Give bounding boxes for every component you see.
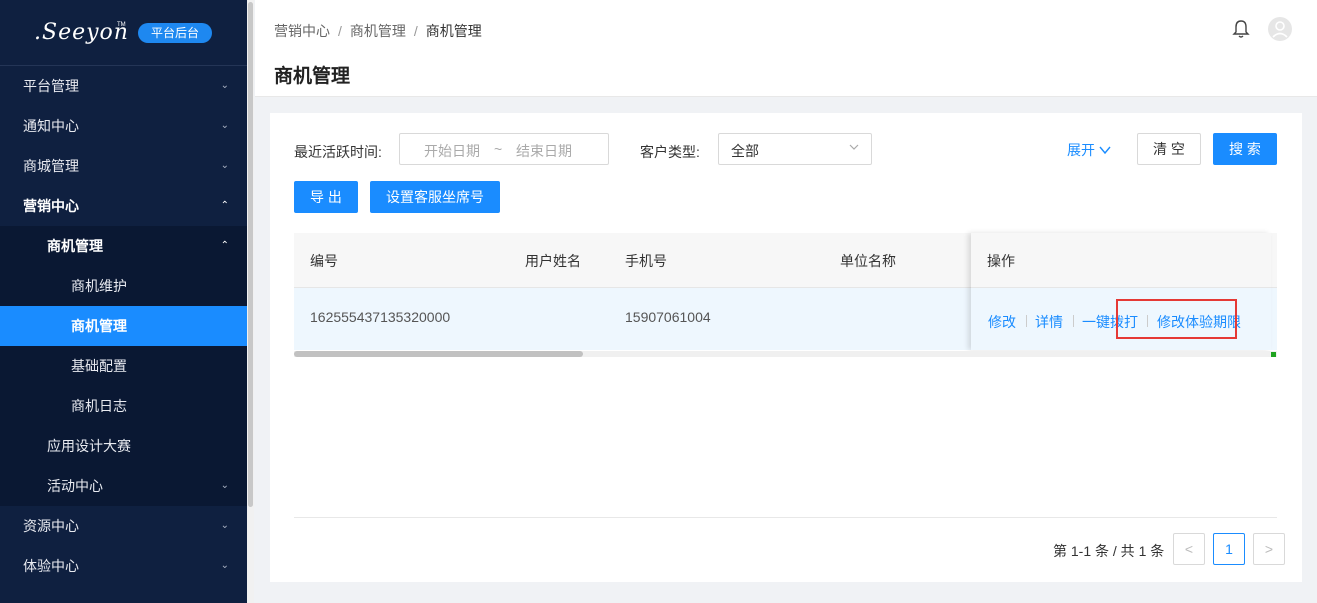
customer-type-value: 全部 [731, 143, 759, 159]
sidebar-item-label: 商机管理 [71, 318, 127, 334]
pagination-divider [294, 517, 1277, 518]
sidebar-item-app-design-contest[interactable]: 应用设计大赛 [0, 426, 247, 466]
bell-icon[interactable] [1230, 18, 1252, 40]
next-page-button[interactable]: > [1253, 533, 1285, 565]
expand-label: 展开 [1067, 142, 1095, 158]
sidebar-item-opportunity-maintenance[interactable]: 商机维护 [0, 266, 247, 306]
chevron-up-icon: ⌃ [220, 200, 229, 211]
logo-area: .Seeyon TM 平台后台 [0, 0, 247, 66]
sidebar-item-activity-center[interactable]: 活动中心 ⌄ [0, 466, 247, 506]
chevron-up-icon: ⌃ [220, 240, 229, 251]
highlight-box [1116, 299, 1237, 339]
chevron-down-icon: ⌄ [220, 120, 229, 131]
chevron-down-icon: ⌄ [220, 520, 229, 531]
sidebar-item-basic-config[interactable]: 基础配置 [0, 346, 247, 386]
sidebar-item-label: 商城管理 [23, 158, 79, 174]
breadcrumb-item-current: 商机管理 [425, 23, 482, 39]
sidebar-item-label: 商机管理 [47, 238, 103, 254]
sidebar-item-label: 商机维护 [71, 278, 127, 294]
expand-button[interactable]: 展开 [1067, 140, 1111, 160]
sidebar-item-experience-center[interactable]: 体验中心 ⌄ [0, 546, 247, 586]
sidebar-item-resource-center[interactable]: 资源中心 ⌄ [0, 506, 247, 546]
user-icon [1272, 21, 1288, 38]
sidebar-item-label: 商机日志 [71, 398, 127, 414]
customer-type-label: 客户类型: [640, 144, 700, 160]
sidebar-item-notification-center[interactable]: 通知中心 ⌄ [0, 106, 247, 146]
sidebar-item-platform-management[interactable]: 平台管理 ⌄ [0, 66, 247, 106]
cell-phone: 15907061004 [625, 309, 711, 325]
chevron-down-icon: ⌄ [220, 480, 229, 491]
sidebar-item-opportunity-management[interactable]: 商机管理 [0, 306, 247, 346]
sidebar-item-mall-management[interactable]: 商城管理 ⌄ [0, 146, 247, 186]
chevron-down-icon: ⌄ [220, 160, 229, 171]
active-time-label: 最近活跃时间: [294, 144, 382, 160]
breadcrumb: 营销中心 / 商机管理 / 商机管理 [274, 23, 482, 39]
sidebar-item-label: 资源中心 [23, 518, 79, 534]
sidebar-item-label: 应用设计大赛 [47, 438, 131, 454]
sidebar-item-opportunity-log[interactable]: 商机日志 [0, 386, 247, 426]
sidebar-item-label: 通知中心 [23, 118, 79, 134]
set-service-seat-button[interactable]: 设置客服坐席号 [370, 181, 500, 213]
status-marker [1271, 352, 1276, 357]
search-button[interactable]: 搜 索 [1213, 133, 1277, 165]
sidebar-item-label: 体验中心 [23, 558, 79, 574]
breadcrumb-item[interactable]: 商机管理 [350, 23, 406, 39]
sidebar-item-label: 基础配置 [71, 358, 127, 374]
pagination-info: 第 1-1 条 / 共 1 条 [1053, 543, 1165, 559]
sidebar-item-label: 活动中心 [47, 478, 103, 494]
export-button[interactable]: 导 出 [294, 181, 358, 213]
page-title: 商机管理 [274, 66, 351, 87]
cell-id: 162555437135320000 [310, 309, 451, 325]
detail-link[interactable]: 详情 [1035, 312, 1063, 332]
start-date-input[interactable]: 开始日期 [424, 141, 480, 161]
content-card: 最近活跃时间: 开始日期 ~ 结束日期 客户类型: 全部 展开 清 空 搜 索 … [270, 113, 1302, 582]
prev-page-button[interactable]: < [1173, 533, 1205, 565]
date-range-picker[interactable]: 开始日期 ~ 结束日期 [399, 133, 609, 165]
page-1-button[interactable]: 1 [1213, 533, 1245, 565]
platform-badge: 平台后台 [138, 23, 212, 43]
column-header-actions: 操作 [987, 253, 1015, 269]
action-divider [1026, 315, 1027, 327]
sidebar-scrollbar[interactable] [247, 0, 254, 603]
breadcrumb-item[interactable]: 营销中心 [274, 23, 330, 39]
column-header-phone: 手机号 [625, 253, 667, 269]
clear-button[interactable]: 清 空 [1137, 133, 1201, 165]
logo-trademark: TM [117, 22, 126, 28]
column-header-id: 编号 [310, 253, 338, 269]
chevron-down-icon [1099, 146, 1111, 155]
chevron-down-icon: ⌄ [220, 560, 229, 571]
sidebar-item-opportunity-management-group[interactable]: 商机管理 ⌃ [0, 226, 247, 266]
sidebar-item-label: 营销中心 [23, 198, 79, 214]
column-header-username: 用户姓名 [525, 253, 581, 269]
chevron-down-icon [849, 144, 859, 150]
edit-link[interactable]: 修改 [988, 312, 1016, 332]
column-header-company: 单位名称 [840, 253, 896, 269]
table-scroll-thumb[interactable] [294, 351, 583, 357]
customer-type-select[interactable]: 全部 [718, 133, 872, 165]
chevron-down-icon: ⌄ [220, 80, 229, 91]
sidebar-item-marketing-center[interactable]: 营销中心 ⌃ [0, 186, 247, 226]
action-divider [1073, 315, 1074, 327]
page-header: 营销中心 / 商机管理 / 商机管理 商机管理 [255, 0, 1317, 97]
avatar[interactable] [1268, 17, 1292, 41]
end-date-input[interactable]: 结束日期 [516, 141, 572, 161]
range-separator: ~ [494, 141, 503, 157]
seeyon-logo: .Seeyon [34, 20, 129, 45]
sidebar-item-label: 平台管理 [23, 78, 79, 94]
sidebar: .Seeyon TM 平台后台 平台管理 ⌄ 通知中心 ⌄ 商城管理 ⌄ 营销中… [0, 0, 247, 603]
actions-header-cell: 操作 [971, 233, 1271, 287]
